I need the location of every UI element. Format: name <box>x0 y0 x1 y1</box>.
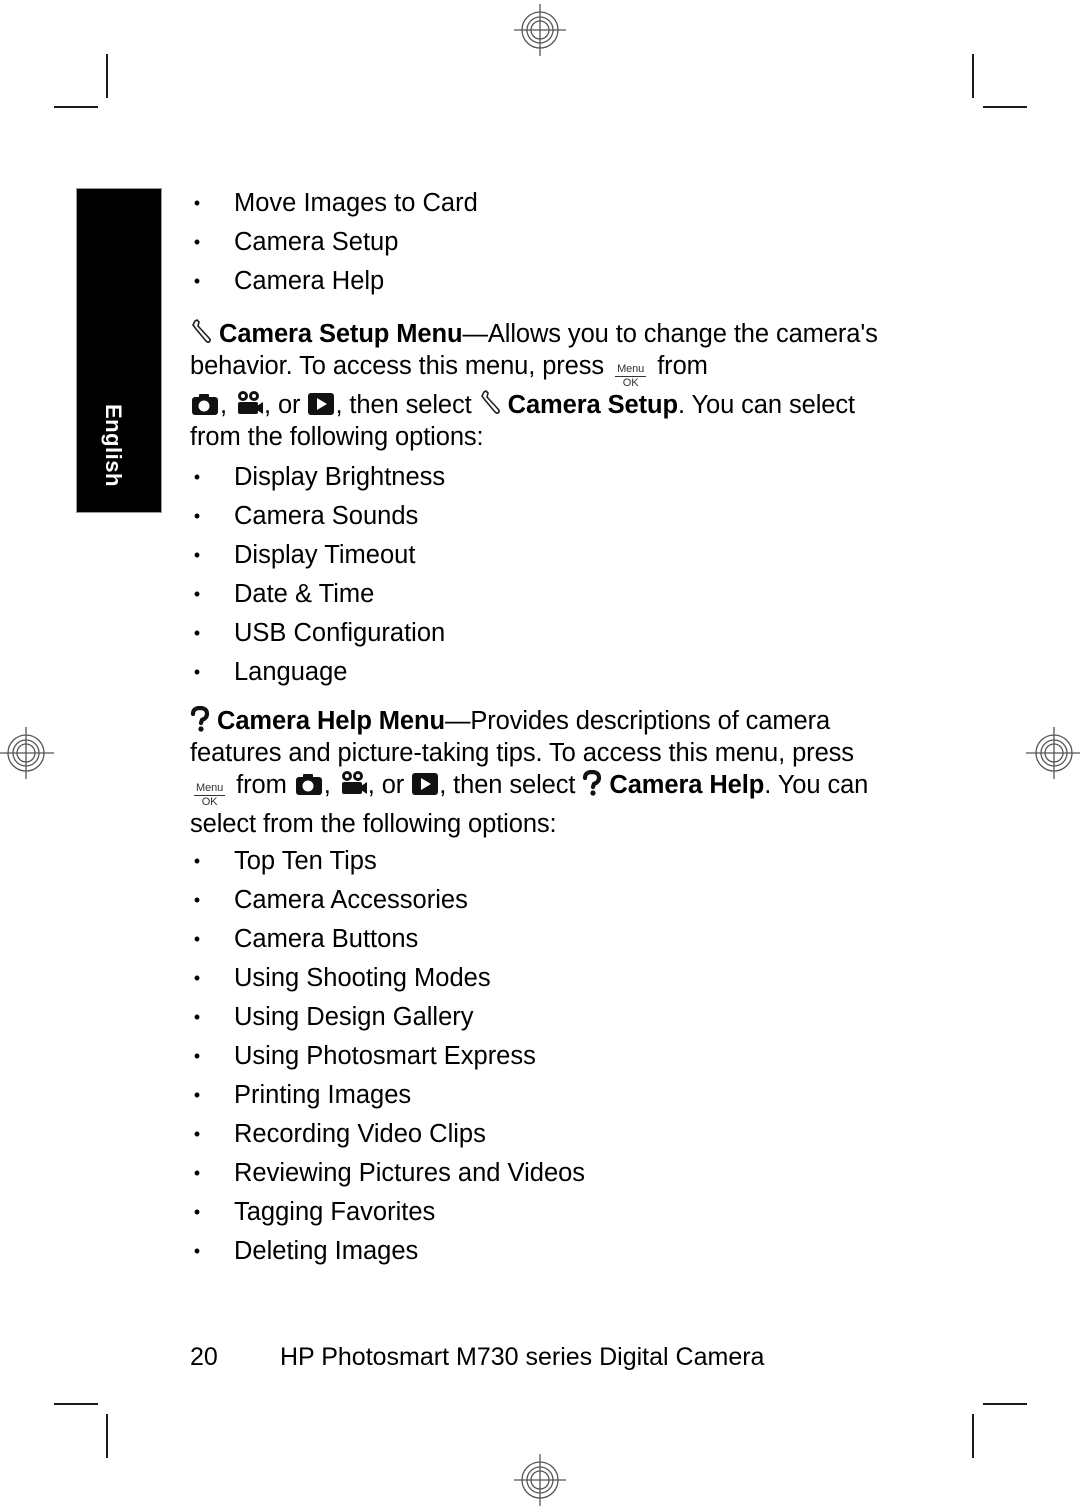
bullet: • <box>193 1241 201 1261</box>
bullet: • <box>193 545 201 565</box>
bullet: • <box>193 232 201 252</box>
wrench-icon <box>192 319 211 343</box>
list-item: • Reviewing Pictures and Videos <box>190 1154 585 1193</box>
bullet: • <box>193 890 201 910</box>
wrench-icon <box>480 390 500 414</box>
menu-ok-button-icon: Menu OK <box>194 782 226 808</box>
language-tab-label: English <box>101 404 126 487</box>
camera-icon <box>192 394 218 415</box>
registration-mark-right <box>1026 727 1080 779</box>
list-item: • Display Brightness <box>190 458 445 497</box>
list-item: • USB Configuration <box>190 614 445 653</box>
menu-list: • Move Images to Card • Camera Setup • Came… <box>190 184 478 301</box>
crop-mark <box>106 1414 108 1458</box>
list-item: • Date & Time <box>190 575 445 614</box>
page-number: 20 <box>190 1343 218 1371</box>
camera-setup-title: Camera Setup Menu <box>219 320 463 348</box>
list-item: • Camera Sounds <box>190 497 445 536</box>
footer-title: HP Photosmart M730 series Digital Camera <box>280 1343 765 1371</box>
crop-mark <box>983 106 1027 108</box>
list-item: • Printing Images <box>190 1076 585 1115</box>
page-footer: 20 HP Photosmart M730 series Digital Came… <box>190 1343 764 1372</box>
help-options-list: • Top Ten Tips • Camera Accessories • Camer… <box>190 842 585 1271</box>
list-item: • Using Shooting Modes <box>190 959 585 998</box>
question-icon <box>583 770 602 796</box>
crop-mark <box>54 106 98 108</box>
video-camera-icon <box>238 391 263 414</box>
bullet: • <box>193 1202 201 1222</box>
list-item: • Deleting Images <box>190 1232 585 1271</box>
camera-help-description: Camera Help Menu—Provides descriptions o… <box>190 706 869 838</box>
bullet: • <box>193 929 201 949</box>
crop-mark <box>106 54 108 98</box>
setup-options-list: • Display Brightness • Camera Sounds • Disp… <box>190 458 445 692</box>
bullet: • <box>193 968 201 988</box>
video-camera-icon <box>341 771 367 794</box>
camera-help-title: Camera Help Menu <box>217 707 445 735</box>
registration-mark-left <box>0 727 54 779</box>
menu-ok-button-icon: Menu OK <box>615 363 647 389</box>
list-item: • Tagging Favorites <box>190 1193 585 1232</box>
registration-mark-bottom <box>514 1454 566 1506</box>
bullet: • <box>193 662 201 682</box>
registration-mark-top <box>514 4 566 56</box>
list-item: • Camera Accessories <box>190 881 585 920</box>
crop-mark <box>54 1403 98 1405</box>
bullet: • <box>193 1085 201 1105</box>
list-item: • Camera Setup <box>190 223 478 262</box>
list-item: • Camera Buttons <box>190 920 585 959</box>
crop-mark <box>972 1414 974 1458</box>
list-item: • Camera Help <box>190 262 478 301</box>
crop-mark <box>972 54 974 98</box>
bullet: • <box>193 271 201 291</box>
camera-setup-description: Camera Setup Menu—Allows you to change t… <box>190 319 878 451</box>
bullet: • <box>193 584 201 604</box>
bullet: • <box>193 851 201 871</box>
bullet: • <box>193 623 201 643</box>
list-item: • Move Images to Card <box>190 184 478 223</box>
bullet: • <box>193 467 201 487</box>
list-item: • Recording Video Clips <box>190 1115 585 1154</box>
bullet: • <box>193 193 201 213</box>
bullet: • <box>193 1046 201 1066</box>
list-item: • Top Ten Tips <box>190 842 585 881</box>
playback-icon <box>308 393 335 415</box>
list-item: • Display Timeout <box>190 536 445 575</box>
bullet: • <box>193 506 201 526</box>
bullet: • <box>193 1007 201 1027</box>
list-item: • Using Photosmart Express <box>190 1037 585 1076</box>
list-item: • Language <box>190 653 445 692</box>
camera-icon <box>295 774 322 795</box>
bullet: • <box>193 1163 201 1183</box>
playback-icon <box>412 773 439 795</box>
crop-mark <box>983 1403 1027 1405</box>
bullet: • <box>193 1124 201 1144</box>
question-icon <box>190 706 210 732</box>
list-item: • Using Design Gallery <box>190 998 585 1037</box>
